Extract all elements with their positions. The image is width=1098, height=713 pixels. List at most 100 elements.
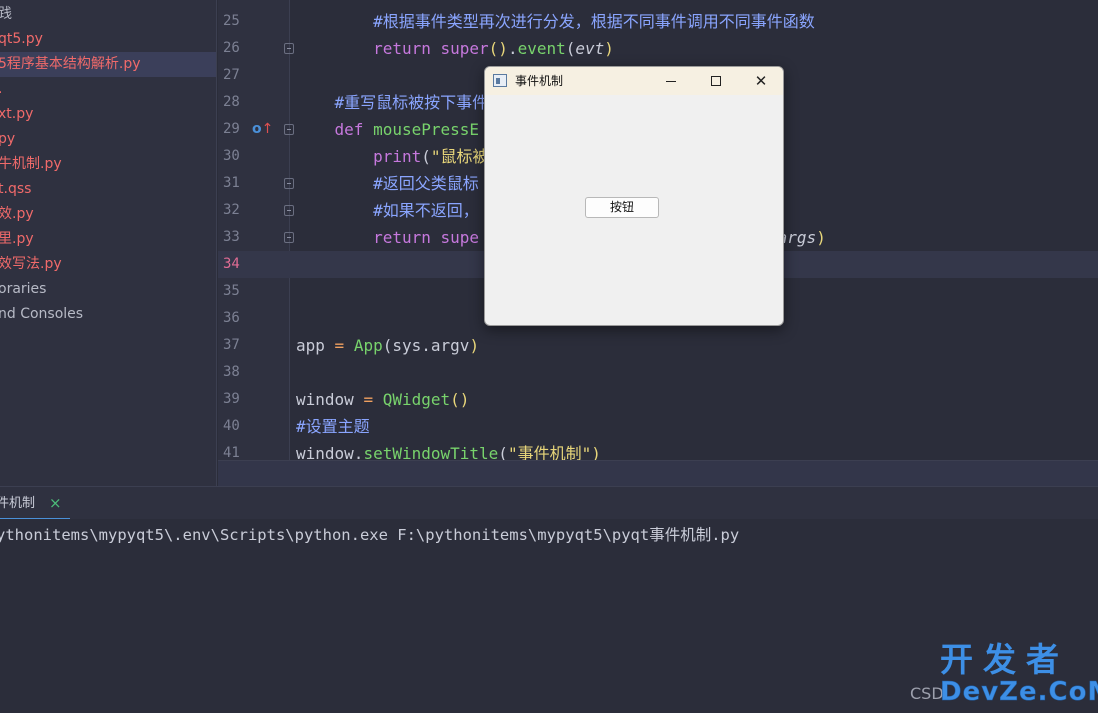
code-line[interactable]: 37 app = App(sys.argv) bbox=[218, 332, 1098, 359]
line-number: 34 bbox=[223, 256, 240, 272]
code-text: print("鼠标被 bbox=[296, 143, 489, 170]
code-token: = bbox=[334, 336, 345, 355]
sidebar-item-file[interactable]: qt5.py bbox=[0, 27, 216, 52]
code-token: () bbox=[488, 39, 508, 58]
sidebar-item-file[interactable]: . bbox=[0, 77, 216, 102]
sidebar-item-external-libraries[interactable]: oraries bbox=[0, 277, 216, 302]
sidebar-item-file[interactable]: 里.py bbox=[0, 227, 216, 252]
code-text: window = QWidget() bbox=[296, 386, 469, 413]
code-token: window bbox=[296, 390, 364, 409]
code-token: App bbox=[353, 336, 383, 355]
code-line[interactable]: 40 #设置主题 bbox=[218, 413, 1098, 440]
editor-horizontal-scrollbar[interactable] bbox=[218, 460, 1098, 486]
sidebar-item-file-selected[interactable]: 5程序基本结构解析.py bbox=[0, 52, 216, 77]
code-token: . bbox=[507, 39, 518, 58]
run-tool-window-tabs: 件机制 × bbox=[0, 486, 1098, 520]
code-text: return super().event(evt) bbox=[296, 35, 614, 62]
maximize-button[interactable] bbox=[696, 67, 736, 95]
code-token: ( bbox=[498, 444, 508, 460]
code-line[interactable]: 38 bbox=[218, 359, 1098, 386]
code-token: ) bbox=[591, 444, 601, 460]
code-token: sys bbox=[392, 336, 422, 355]
fold-marker-icon[interactable] bbox=[284, 124, 294, 135]
run-tab-label: 件机制 bbox=[0, 496, 36, 511]
qt-titlebar[interactable]: 事件机制 ✕ bbox=[485, 67, 783, 95]
code-token: #设置主题 bbox=[296, 417, 370, 436]
code-token: print bbox=[373, 147, 422, 166]
code-token: window bbox=[296, 444, 354, 460]
close-icon[interactable]: × bbox=[49, 487, 62, 520]
line-number: 33 bbox=[223, 229, 240, 245]
console-output-line: ythonitems\mypyqt5\.env\Scripts\python.e… bbox=[0, 526, 740, 544]
line-number: 35 bbox=[223, 283, 240, 299]
close-button[interactable]: ✕ bbox=[741, 67, 781, 95]
code-token: supe bbox=[440, 228, 480, 247]
sidebar-item-scratches-consoles[interactable]: nd Consoles bbox=[0, 302, 216, 327]
app-window-icon bbox=[493, 74, 507, 87]
line-number: 28 bbox=[223, 94, 240, 110]
line-number: 31 bbox=[223, 175, 240, 191]
code-line[interactable]: 25 #根据事件类型再次进行分发，根据不同事件调用不同事件函数 bbox=[218, 8, 1098, 35]
fold-marker-icon[interactable] bbox=[284, 205, 294, 216]
code-token: ) bbox=[816, 228, 826, 247]
code-token: "鼠标被 bbox=[430, 147, 489, 166]
code-text: #根据事件类型再次进行分发，根据不同事件调用不同事件函数 bbox=[296, 8, 815, 35]
fold-marker-icon[interactable] bbox=[284, 178, 294, 189]
maximize-icon bbox=[711, 76, 721, 86]
sidebar-item-file[interactable]: t.qss bbox=[0, 177, 216, 202]
code-text: def mousePressE bbox=[296, 116, 480, 143]
watermark-logo-en: DevZe.CoM bbox=[940, 677, 1098, 708]
code-token: #重写鼠标被按下事件 bbox=[334, 93, 489, 112]
sidebar-item[interactable]: 践 bbox=[0, 2, 216, 27]
code-token: return bbox=[373, 228, 431, 247]
code-line[interactable]: 41 window.setWindowTitle("事件机制") bbox=[218, 440, 1098, 460]
line-number: 39 bbox=[223, 391, 240, 407]
line-number: 37 bbox=[223, 337, 240, 353]
code-token: def bbox=[334, 120, 364, 139]
line-number: 36 bbox=[223, 310, 240, 326]
sidebar-item-file[interactable]: py bbox=[0, 127, 216, 152]
code-token: = bbox=[363, 390, 374, 409]
code-token: #如果不返回， bbox=[373, 201, 479, 220]
override-method-icon[interactable]: o↑ bbox=[252, 120, 273, 138]
code-text: app = App(sys.argv) bbox=[296, 332, 479, 359]
minimize-button[interactable] bbox=[651, 67, 691, 95]
code-token: ) bbox=[604, 39, 614, 58]
sidebar-item-file[interactable]: 效.py bbox=[0, 202, 216, 227]
code-token: setWindowTitle bbox=[363, 444, 499, 460]
close-icon: ✕ bbox=[754, 72, 768, 90]
line-number: 29 bbox=[223, 121, 240, 137]
run-tab[interactable]: 件机制 × bbox=[0, 487, 70, 520]
code-token: event bbox=[517, 39, 566, 58]
fold-marker-icon[interactable] bbox=[284, 232, 294, 243]
qt-push-button[interactable]: 按钮 bbox=[585, 197, 659, 218]
sidebar-item-file[interactable]: 牛机制.py bbox=[0, 152, 216, 177]
code-token: ( bbox=[565, 39, 576, 58]
code-token: evt bbox=[575, 39, 605, 58]
fold-marker-icon[interactable] bbox=[284, 43, 294, 54]
code-line[interactable]: 26 return super().event(evt) bbox=[218, 35, 1098, 62]
qt-event-window[interactable]: 事件机制 ✕ 按钮 bbox=[484, 66, 784, 326]
line-number: 30 bbox=[223, 148, 240, 164]
line-number: 38 bbox=[223, 364, 240, 380]
code-line[interactable]: 39 window = QWidget() bbox=[218, 386, 1098, 413]
qt-window-title: 事件机制 bbox=[515, 74, 564, 88]
code-token: app bbox=[296, 336, 335, 355]
code-token: "事件机制" bbox=[507, 444, 592, 460]
code-text: window.setWindowTitle("事件机制") bbox=[296, 440, 601, 460]
sidebar-item-file[interactable]: 效写法.py bbox=[0, 252, 216, 277]
code-token: ( bbox=[382, 336, 393, 355]
sidebar-item-file[interactable]: xt.py bbox=[0, 102, 216, 127]
line-number: 26 bbox=[223, 40, 240, 56]
